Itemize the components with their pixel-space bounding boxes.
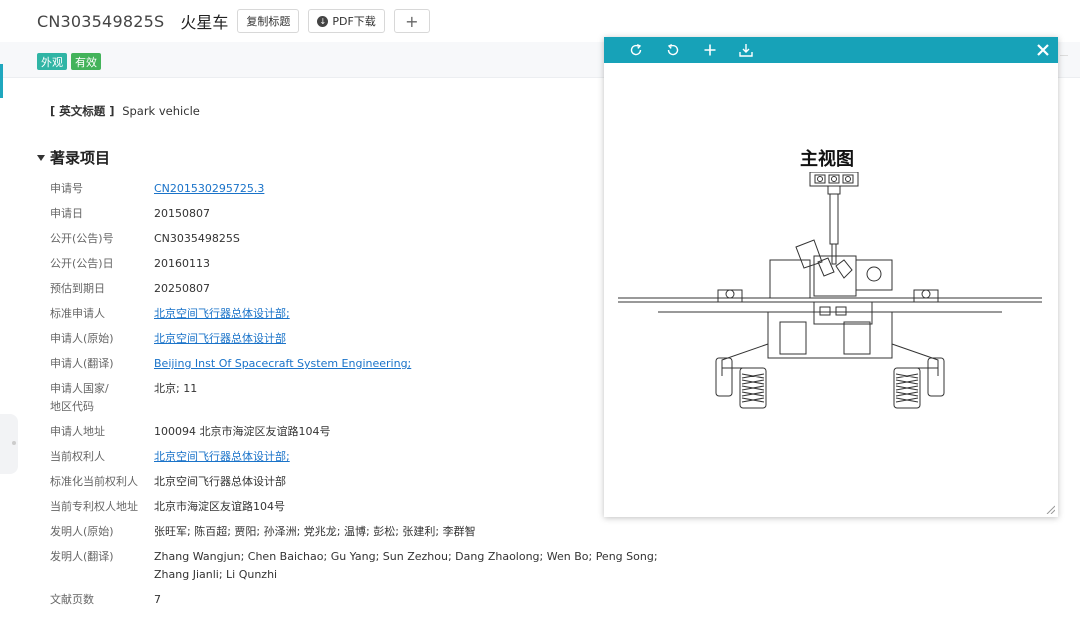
image-viewer: 主视图 [604, 37, 1058, 517]
zoom-in-icon[interactable] [700, 40, 720, 60]
field-row: 申请人国家/ 地区代码 北京; 11 [50, 380, 690, 423]
field-row: 文献页数 7 [50, 591, 690, 616]
field-label: 申请人(原始) [50, 332, 114, 345]
download-circle-icon: ↓ [317, 15, 329, 27]
field-row: 发明人(原始) 张旺军; 陈百超; 贾阳; 孙泽洲; 党兆龙; 温博; 彭松; 张… [50, 523, 690, 548]
field-label: 预估到期日 [50, 282, 105, 295]
rover-drawing [618, 172, 1042, 409]
section-toggle[interactable]: 著录项目 [37, 147, 110, 168]
field-row: 预估到期日 20250807 [50, 280, 690, 305]
section-title: 著录项目 [50, 149, 111, 167]
field-label: 申请人地址 [50, 425, 105, 438]
english-title-label: [ 英文标题 ] [50, 104, 115, 118]
close-icon[interactable] [1032, 38, 1054, 62]
field-label: 公开(公告)号 [50, 232, 114, 245]
field-row: 当前专利权人地址 北京市海淀区友谊路104号 [50, 498, 690, 523]
field-row: 当前权利人 北京空间飞行器总体设计部; [50, 448, 690, 473]
field-row: 申请人(翻译) Beijing Inst Of Spacecraft System… [50, 355, 690, 380]
field-value: Zhang Wangjun; Chen Baichao; Gu Yang; Su… [154, 550, 658, 581]
field-row: 申请号 CN201530295725.3 [50, 180, 690, 205]
field-label: 标准化当前权利人 [50, 475, 138, 488]
publication-number: CN303549825S [37, 11, 165, 31]
patent-title: 火星车 [180, 13, 229, 32]
field-label: 申请人(翻译) [50, 357, 114, 370]
field-row: 申请人(原始) 北京空间飞行器总体设计部 [50, 330, 690, 355]
tag-valid: 有效 [71, 53, 101, 70]
bibliographic-fields: 申请号 CN201530295725.3 申请日 20150807 公开(公告)号 CN3… [50, 180, 690, 616]
rotate-cw-icon[interactable] [626, 40, 646, 60]
field-label: 文献页数 [50, 593, 94, 606]
side-collapse-handle[interactable] [0, 414, 18, 474]
top-bar: CN303549825S 火星车 复制标题 ↓ PDF下载 + [0, 0, 1080, 42]
field-label: 标准申请人 [50, 307, 105, 320]
field-row: 标准申请人 北京空间飞行器总体设计部; [50, 305, 690, 330]
field-row: 标准化当前权利人 北京空间飞行器总体设计部 [50, 473, 690, 498]
tag-design: 外观 [37, 53, 67, 70]
field-value: 7 [154, 593, 161, 606]
active-indicator [0, 64, 3, 98]
field-value: 张旺军; 陈百超; 贾阳; 孙泽洲; 党兆龙; 温博; 彭松; 张建利; 李群智 [154, 525, 476, 538]
resize-grip-icon[interactable] [1045, 504, 1055, 514]
field-label: 申请号 [50, 182, 83, 195]
viewer-toolbar [604, 37, 1058, 63]
download-icon[interactable] [736, 40, 756, 60]
copy-title-button[interactable]: 复制标题 [237, 9, 300, 33]
field-label: 当前专利权人地址 [50, 500, 138, 513]
field-row: 公开(公告)日 20160113 [50, 255, 690, 280]
english-title-value: Spark vehicle [122, 104, 200, 118]
caret-down-icon [37, 154, 45, 161]
field-row: 申请日 20150807 [50, 205, 690, 230]
divider [1060, 55, 1068, 56]
handle-dot-icon [12, 441, 16, 445]
field-row: 发明人(翻译) Zhang Wangjun; Chen Baichao; Gu Y… [50, 548, 690, 591]
pdf-download-label: PDF下载 [332, 15, 376, 28]
field-label: 申请人国家/ 地区代码 [50, 382, 109, 413]
field-label: 发明人(翻译) [50, 550, 114, 563]
status-tags: 外观 有效 [37, 53, 101, 70]
field-row: 申请人地址 100094 北京市海淀区友谊路104号 [50, 423, 690, 448]
english-title: [ 英文标题 ] Spark vehicle [50, 103, 200, 119]
pdf-download-button[interactable]: ↓ PDF下载 [308, 9, 385, 33]
rotate-ccw-icon[interactable] [663, 40, 683, 60]
field-row: 公开(公告)号 CN303549825S [50, 230, 690, 255]
field-label: 发明人(原始) [50, 525, 114, 538]
view-label: 主视图 [800, 149, 854, 170]
field-label: 公开(公告)日 [50, 257, 114, 270]
add-button[interactable]: + [393, 9, 430, 33]
field-label: 当前权利人 [50, 450, 105, 463]
field-label: 申请日 [50, 207, 83, 220]
